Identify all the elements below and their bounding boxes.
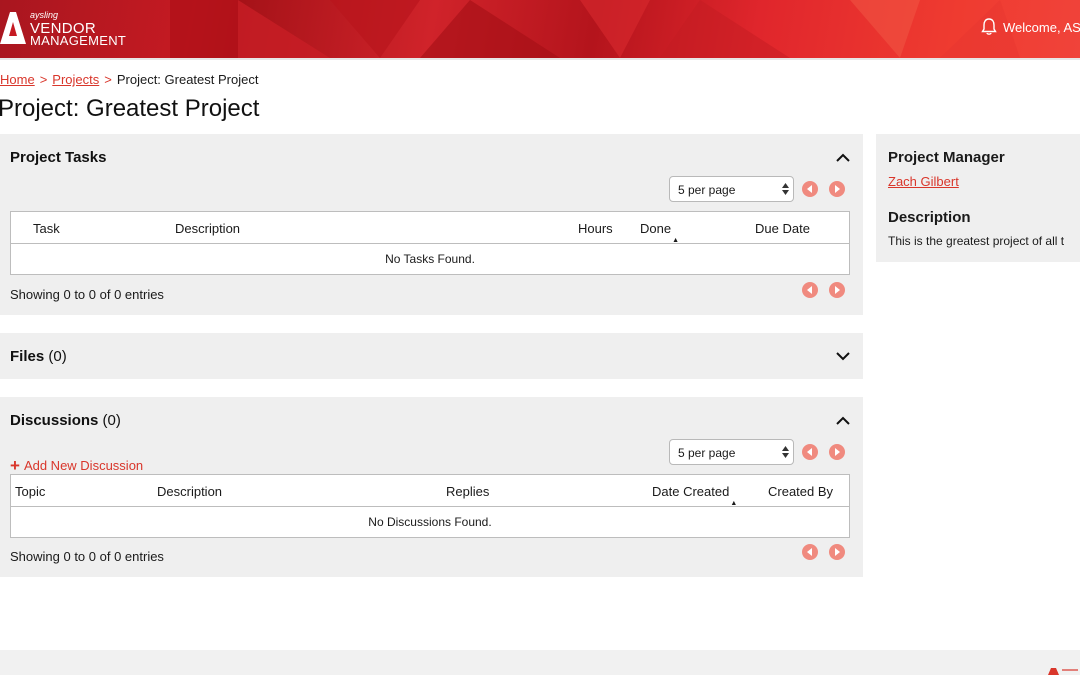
breadcrumb: Home > Projects > Project: Greatest Project: [0, 72, 258, 87]
select-arrows-icon: [782, 446, 789, 458]
sort-asc-icon: ▲: [730, 500, 738, 507]
add-new-discussion-button[interactable]: + Add New Discussion: [10, 455, 143, 475]
tasks-prev-bottom-button[interactable]: [802, 282, 818, 298]
prev-page-icon: [807, 448, 812, 456]
breadcrumb-projects-link[interactable]: Projects: [52, 72, 99, 87]
page-title: Project: Greatest Project: [0, 95, 260, 122]
bell-icon[interactable]: [981, 18, 997, 36]
chevron-up-icon[interactable]: [836, 416, 850, 425]
footer-logo-icon: [1048, 668, 1078, 675]
description-text: This is the greatest project of all t: [888, 234, 1065, 248]
discussions-title-wrap: Discussions (0): [10, 412, 121, 429]
tasks-table-header: Task Description Hours Done▲ Due Date: [11, 212, 849, 244]
select-arrows-icon: [782, 183, 789, 195]
project-manager-link[interactable]: Zach Gilbert: [888, 174, 959, 189]
files-panel[interactable]: Files (0): [0, 333, 863, 379]
plus-icon: +: [10, 456, 20, 475]
discussions-table: Topic Description Replies Date Created▲ …: [10, 474, 850, 538]
prev-page-icon: [807, 548, 812, 556]
col-date-created-wrap[interactable]: Date Created▲: [652, 484, 737, 507]
col-replies[interactable]: Replies: [446, 484, 489, 499]
project-info-panel: Project Manager Zach Gilbert Description…: [876, 134, 1080, 262]
brand-line2: MANAGEMENT: [30, 33, 127, 48]
discussions-count: (0): [102, 412, 121, 429]
tasks-per-page-select[interactable]: 5 per page: [669, 176, 794, 202]
discussions-next-top-button[interactable]: [829, 444, 845, 460]
discussions-prev-top-button[interactable]: [802, 444, 818, 460]
discussions-title: Discussions: [10, 412, 99, 429]
discussions-empty-row: No Discussions Found.: [368, 515, 492, 529]
col-done-wrap[interactable]: Done▲: [640, 221, 679, 244]
chevron-down-icon[interactable]: [836, 352, 850, 361]
header-divider: [0, 58, 1080, 60]
col-due-date[interactable]: Due Date: [755, 221, 810, 236]
tasks-empty-row: No Tasks Found.: [385, 252, 475, 266]
breadcrumb-home-link[interactable]: Home: [0, 72, 35, 87]
next-page-icon: [835, 185, 840, 193]
files-title-wrap: Files (0): [10, 348, 67, 365]
discussions-per-page-select[interactable]: 5 per page: [669, 439, 794, 465]
brand-logo-icon[interactable]: [0, 12, 26, 44]
sort-asc-icon: ▲: [672, 237, 680, 244]
prev-page-icon: [807, 286, 812, 294]
prev-page-icon: [807, 185, 812, 193]
discussions-table-header: Topic Description Replies Date Created▲ …: [11, 475, 849, 507]
tasks-next-top-button[interactable]: [829, 181, 845, 197]
breadcrumb-current: Project: Greatest Project: [116, 72, 259, 87]
col-done: Done: [640, 221, 672, 236]
welcome-user-text[interactable]: Welcome, ASO: [1003, 20, 1080, 35]
top-header: aysling VENDOR MANAGEMENT Welcome, ASO: [0, 0, 1080, 58]
col-created-by[interactable]: Created By: [768, 484, 833, 499]
discussions-next-bottom-button[interactable]: [829, 544, 845, 560]
project-tasks-panel: Project Tasks 5 per page Task Descriptio…: [0, 134, 863, 315]
discussions-per-page-value: 5 per page: [678, 446, 736, 460]
files-count: (0): [48, 348, 67, 365]
breadcrumb-separator: >: [104, 72, 112, 87]
tasks-per-page-value: 5 per page: [678, 183, 736, 197]
tasks-next-bottom-button[interactable]: [829, 282, 845, 298]
discussions-showing-text: Showing 0 to 0 of 0 entries: [10, 549, 164, 564]
add-new-discussion-label: Add New Discussion: [23, 458, 144, 473]
brand-small-text: aysling: [30, 10, 59, 20]
chevron-up-icon[interactable]: [836, 153, 850, 162]
col-task[interactable]: Task: [33, 221, 60, 236]
project-manager-heading: Project Manager: [888, 149, 1005, 166]
col-date-created: Date Created: [652, 484, 730, 499]
next-page-icon: [835, 286, 840, 294]
files-title: Files: [10, 348, 45, 365]
col-hours[interactable]: Hours: [578, 221, 613, 236]
tasks-showing-text: Showing 0 to 0 of 0 entries: [10, 287, 164, 302]
col-description[interactable]: Description: [157, 484, 222, 499]
discussions-prev-bottom-button[interactable]: [802, 544, 818, 560]
col-description[interactable]: Description: [175, 221, 240, 236]
description-heading: Description: [888, 209, 971, 226]
project-tasks-title: Project Tasks: [10, 149, 107, 166]
tasks-table: Task Description Hours Done▲ Due Date No…: [10, 211, 850, 275]
footer: [0, 650, 1080, 675]
col-topic[interactable]: Topic: [15, 484, 45, 499]
next-page-icon: [835, 548, 840, 556]
discussions-panel: Discussions (0) 5 per page Topic Descrip…: [0, 397, 863, 577]
breadcrumb-separator: >: [39, 72, 48, 87]
tasks-prev-top-button[interactable]: [802, 181, 818, 197]
header-pattern: [170, 0, 1020, 58]
next-page-icon: [835, 448, 840, 456]
